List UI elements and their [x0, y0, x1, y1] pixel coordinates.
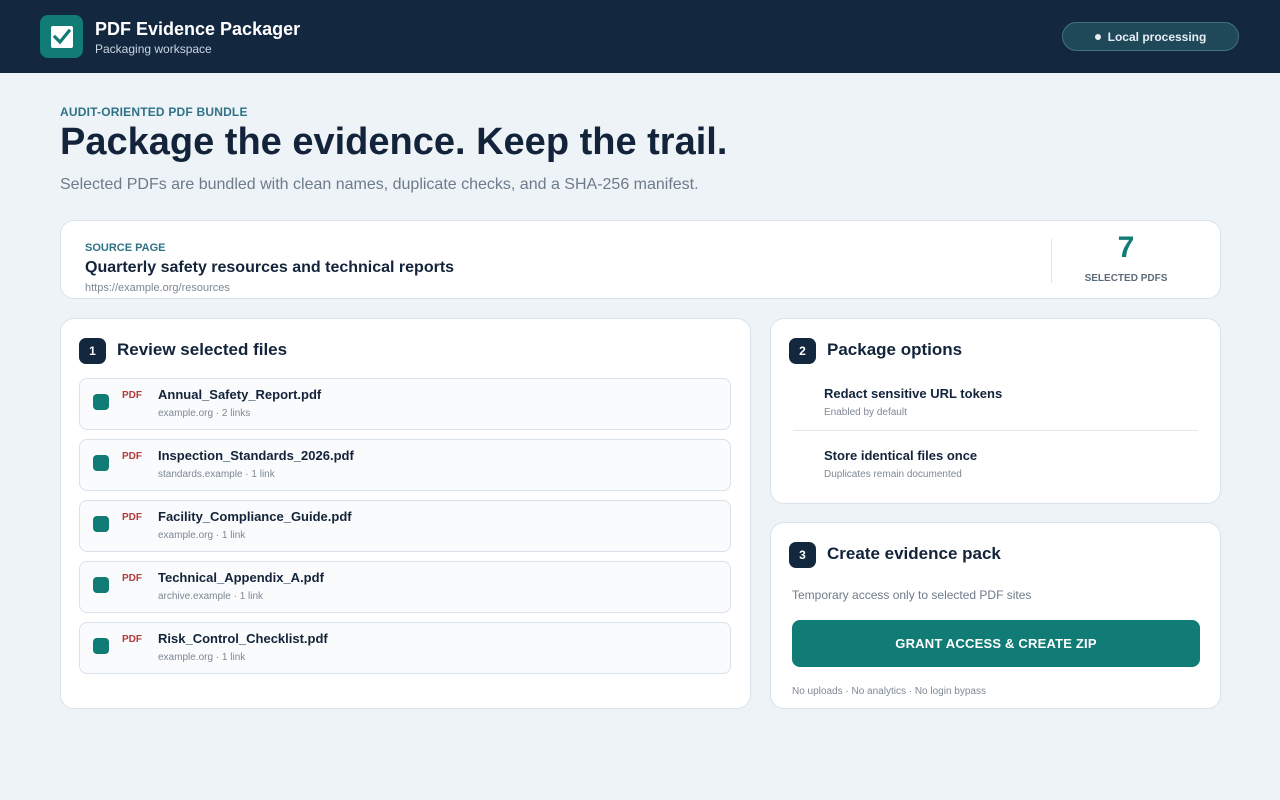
create-pack-card: 3 Create evidence pack Temporary access … [770, 522, 1221, 709]
file-name: Facility_Compliance_Guide.pdf [158, 509, 352, 524]
review-title: Review selected files [117, 340, 288, 359]
option-redact-tokens[interactable]: Redact sensitive URL tokens Enabled by d… [793, 386, 1198, 442]
option-dedupe-files[interactable]: Store identical files once Duplicates re… [793, 448, 1198, 504]
app-subtitle: Packaging workspace [95, 42, 212, 56]
pdf-tag: PDF [122, 634, 142, 645]
file-meta: archive.example · 1 link [158, 591, 264, 602]
file-row[interactable]: PDF Annual_Safety_Report.pdf example.org… [79, 378, 731, 430]
step-badge: 2 [789, 338, 816, 364]
file-row[interactable]: PDF Technical_Appendix_A.pdf archive.exa… [79, 561, 731, 613]
file-name: Technical_Appendix_A.pdf [158, 570, 324, 585]
file-meta: example.org · 1 link [158, 652, 246, 663]
source-page-label: SOURCE PAGE [85, 242, 166, 254]
file-checkbox[interactable] [93, 577, 109, 593]
option-title: Store identical files once [824, 448, 978, 463]
local-processing-badge: Local processing [1062, 22, 1239, 51]
file-checkbox[interactable] [93, 516, 109, 532]
option-title: Redact sensitive URL tokens [824, 386, 1003, 401]
source-page-url: https://example.org/resources [85, 282, 230, 294]
options-title: Package options [827, 340, 963, 359]
access-note: Temporary access only to selected PDF si… [792, 588, 1032, 602]
hero-eyebrow: AUDIT-ORIENTED PDF BUNDLE [60, 105, 248, 119]
privacy-footer: No uploads · No analytics · No login byp… [792, 686, 986, 697]
source-divider [1051, 239, 1052, 283]
pdf-tag: PDF [122, 573, 142, 584]
check-document-icon [51, 26, 73, 48]
file-checkbox[interactable] [93, 394, 109, 410]
file-meta: example.org · 2 links [158, 408, 251, 419]
app-logo [40, 15, 83, 58]
pdf-tag: PDF [122, 451, 142, 462]
package-options-card: 2 Package options Redact sensitive URL t… [770, 318, 1221, 504]
page-subtitle: Selected PDFs are bundled with clean nam… [60, 176, 699, 193]
file-name: Inspection_Standards_2026.pdf [158, 448, 354, 463]
review-files-card: 1 Review selected files PDF Annual_Safet… [60, 318, 751, 709]
app-title: PDF Evidence Packager [95, 19, 301, 39]
status-label: Local processing [1107, 29, 1207, 44]
top-bar: PDF Evidence Packager Packaging workspac… [0, 0, 1280, 73]
file-row[interactable]: PDF Inspection_Standards_2026.pdf standa… [79, 439, 731, 491]
option-subtitle: Enabled by default [824, 407, 907, 418]
file-checkbox[interactable] [93, 455, 109, 471]
option-subtitle: Duplicates remain documented [824, 469, 962, 480]
file-row[interactable]: PDF Facility_Compliance_Guide.pdf exampl… [79, 500, 731, 552]
file-checkbox[interactable] [93, 638, 109, 654]
selected-count-label: SELECTED PDFS [1084, 273, 1168, 284]
status-dot-icon [1094, 33, 1101, 40]
option-divider [793, 430, 1198, 431]
step-badge: 1 [79, 338, 106, 364]
source-page-title: Quarterly safety resources and technical… [85, 259, 455, 276]
file-name: Annual_Safety_Report.pdf [158, 387, 322, 402]
selected-count: 7 [1117, 231, 1135, 264]
page-title: Package the evidence. Keep the trail. [60, 121, 728, 163]
file-row[interactable]: PDF Risk_Control_Checklist.pdf example.o… [79, 622, 731, 674]
create-title: Create evidence pack [827, 544, 1001, 563]
step-badge: 3 [789, 542, 816, 568]
file-meta: standards.example · 1 link [158, 469, 275, 480]
source-page-card: SOURCE PAGE Quarterly safety resources a… [60, 220, 1221, 299]
file-name: Risk_Control_Checklist.pdf [158, 631, 328, 646]
pdf-tag: PDF [122, 512, 142, 523]
file-meta: example.org · 1 link [158, 530, 246, 541]
create-zip-button[interactable]: GRANT ACCESS & CREATE ZIP [792, 620, 1200, 667]
pdf-tag: PDF [122, 390, 142, 401]
